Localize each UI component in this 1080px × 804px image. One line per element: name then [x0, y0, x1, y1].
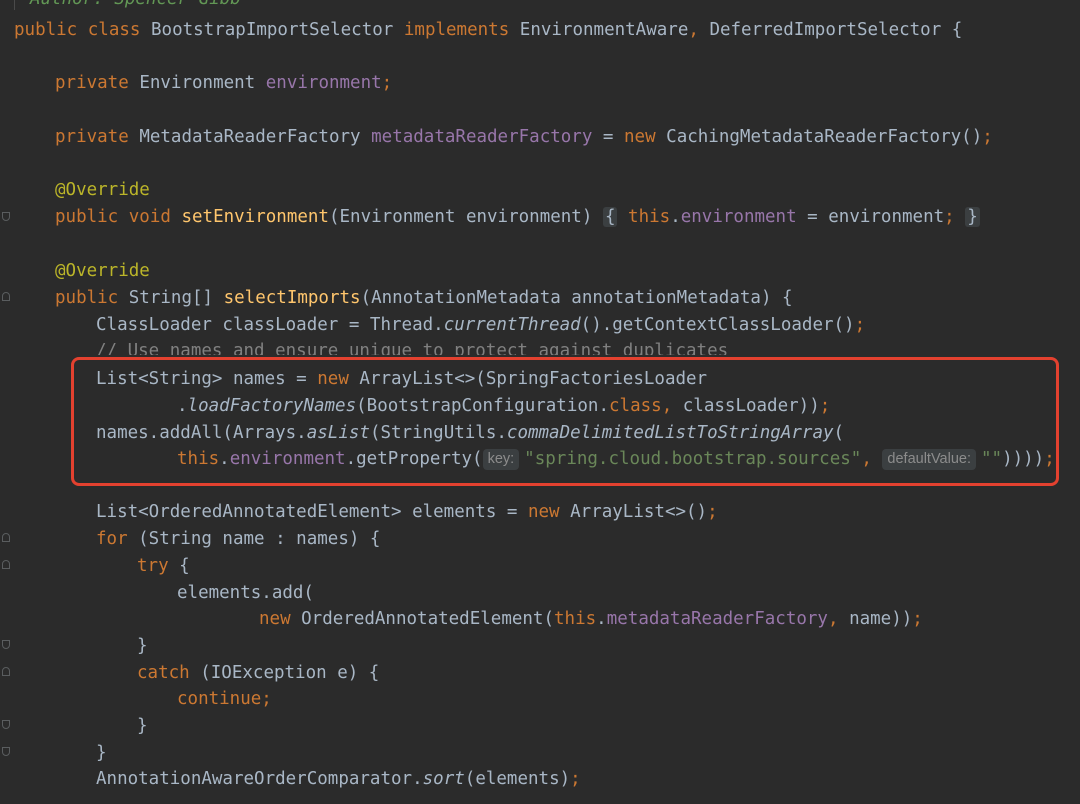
- keyword: new: [259, 609, 291, 629]
- code-text: (elements): [465, 769, 570, 789]
- closing-brace: }: [137, 633, 148, 660]
- punctuation: ;: [855, 315, 866, 335]
- static-method: sort: [423, 769, 465, 789]
- punctuation: ;: [944, 207, 955, 227]
- constructor-call: CachingMetadataReaderFactory(): [666, 127, 982, 147]
- method-params: (AnnotationMetadata annotationMetadata) …: [361, 288, 793, 308]
- closing-brace: }: [137, 713, 148, 740]
- punctuation: ,: [688, 20, 699, 40]
- interface-name: EnvironmentAware: [520, 20, 689, 40]
- keyword: for: [96, 529, 128, 549]
- fold-marker-icon[interactable]: [2, 292, 10, 301]
- field-name: metadataReaderFactory: [371, 127, 592, 147]
- keyword: catch: [137, 663, 190, 683]
- method-name: selectImports: [224, 288, 361, 308]
- highlight-annotation-box: [71, 357, 1059, 486]
- override-annotation[interactable]: @Override: [55, 177, 150, 204]
- sort-statement[interactable]: AnnotationAwareOrderComparator.sort(elem…: [96, 766, 581, 793]
- fold-marker-icon[interactable]: [2, 533, 10, 542]
- method-select-imports[interactable]: public String[] selectImports(Annotation…: [55, 285, 793, 312]
- punctuation: .: [670, 207, 681, 227]
- punctuation: ;: [982, 127, 993, 147]
- field-metadata-reader-factory[interactable]: private MetadataReaderFactory metadataRe…: [55, 124, 993, 151]
- code-text: ArrayList<>(): [560, 502, 708, 522]
- keyword: public: [55, 207, 118, 227]
- code-text: AnnotationAwareOrderComparator.: [96, 769, 423, 789]
- field-name: metadataReaderFactory: [607, 609, 828, 629]
- keyword: class: [88, 20, 141, 40]
- catch-block[interactable]: catch (IOException e) {: [137, 660, 379, 687]
- keyword: this: [628, 207, 670, 227]
- code-text: List<OrderedAnnotatedElement> elements =: [96, 502, 528, 522]
- closing-brace: }: [96, 740, 107, 767]
- code-editor[interactable]: Author: Spencer Gibb public class Bootst…: [0, 0, 1080, 804]
- class-name: BootstrapImportSelector: [151, 20, 393, 40]
- new-ordered-element[interactable]: new OrderedAnnotatedElement(this.metadat…: [259, 606, 923, 633]
- code-text: OrderedAnnotatedElement(: [291, 609, 554, 629]
- method-params: (Environment environment): [329, 207, 592, 227]
- punctuation: ;: [570, 769, 581, 789]
- method-set-environment[interactable]: public void setEnvironment(Environment e…: [55, 204, 980, 231]
- punctuation: .: [596, 609, 607, 629]
- punctuation: ;: [261, 689, 272, 709]
- punctuation: ;: [912, 609, 923, 629]
- elements-add-call[interactable]: elements.add(: [177, 580, 314, 607]
- static-method: currentThread: [444, 315, 581, 335]
- fold-marker-icon[interactable]: [2, 667, 10, 676]
- keyword: implements: [404, 20, 509, 40]
- interface-name: DeferredImportSelector: [709, 20, 941, 40]
- keyword: private: [55, 73, 129, 93]
- fold-marker-icon[interactable]: [2, 212, 10, 221]
- continue-statement[interactable]: continue;: [177, 686, 272, 713]
- classloader-statement[interactable]: ClassLoader classLoader = Thread.current…: [96, 312, 865, 339]
- code-text: name)): [839, 609, 913, 629]
- doc-comment-author: Author: Spencer Gibb: [30, 0, 241, 13]
- folded-brace[interactable]: {: [603, 207, 618, 227]
- class-declaration[interactable]: public class BootstrapImportSelector imp…: [14, 17, 962, 44]
- punctuation: ;: [382, 73, 393, 93]
- fold-marker-icon[interactable]: [2, 720, 10, 729]
- code-text: ().getContextClassLoader(): [581, 315, 855, 335]
- fold-marker-icon[interactable]: [2, 640, 10, 649]
- type-name: MetadataReaderFactory: [139, 127, 360, 147]
- punctuation: ,: [828, 609, 839, 629]
- brace: {: [952, 20, 963, 40]
- fold-marker-icon[interactable]: [2, 560, 10, 569]
- operator: =: [592, 127, 624, 147]
- code-text: (IOException e) {: [190, 663, 380, 683]
- punctuation: ;: [707, 502, 718, 522]
- folded-brace[interactable]: }: [965, 207, 980, 227]
- type-name: Environment: [139, 73, 255, 93]
- fold-marker-icon[interactable]: [2, 747, 10, 756]
- keyword: continue: [177, 689, 261, 709]
- field-environment[interactable]: private Environment environment;: [55, 70, 392, 97]
- code-text: {: [169, 556, 190, 576]
- code-text: ClassLoader classLoader = Thread.: [96, 315, 444, 335]
- keyword: public: [55, 288, 118, 308]
- try-block[interactable]: try {: [137, 553, 190, 580]
- keyword: private: [55, 127, 129, 147]
- field-name: environment: [266, 73, 382, 93]
- keyword: try: [137, 556, 169, 576]
- keyword: new: [528, 502, 560, 522]
- assignment: = environment: [797, 207, 945, 227]
- elements-declaration[interactable]: List<OrderedAnnotatedElement> elements =…: [96, 499, 718, 526]
- editor-gutter: [0, 0, 14, 804]
- field-name: environment: [681, 207, 797, 227]
- method-name: setEnvironment: [181, 207, 329, 227]
- override-annotation[interactable]: @Override: [55, 258, 150, 285]
- return-type: String[]: [129, 288, 213, 308]
- doc-guide: [14, 0, 15, 10]
- code-text: (String name : names) {: [128, 529, 381, 549]
- keyword: void: [129, 207, 171, 227]
- keyword: public: [14, 20, 77, 40]
- keyword: new: [624, 127, 656, 147]
- keyword: this: [554, 609, 596, 629]
- code-comment: // Use names and ensure unique to protec…: [96, 338, 728, 355]
- for-loop[interactable]: for (String name : names) {: [96, 526, 380, 553]
